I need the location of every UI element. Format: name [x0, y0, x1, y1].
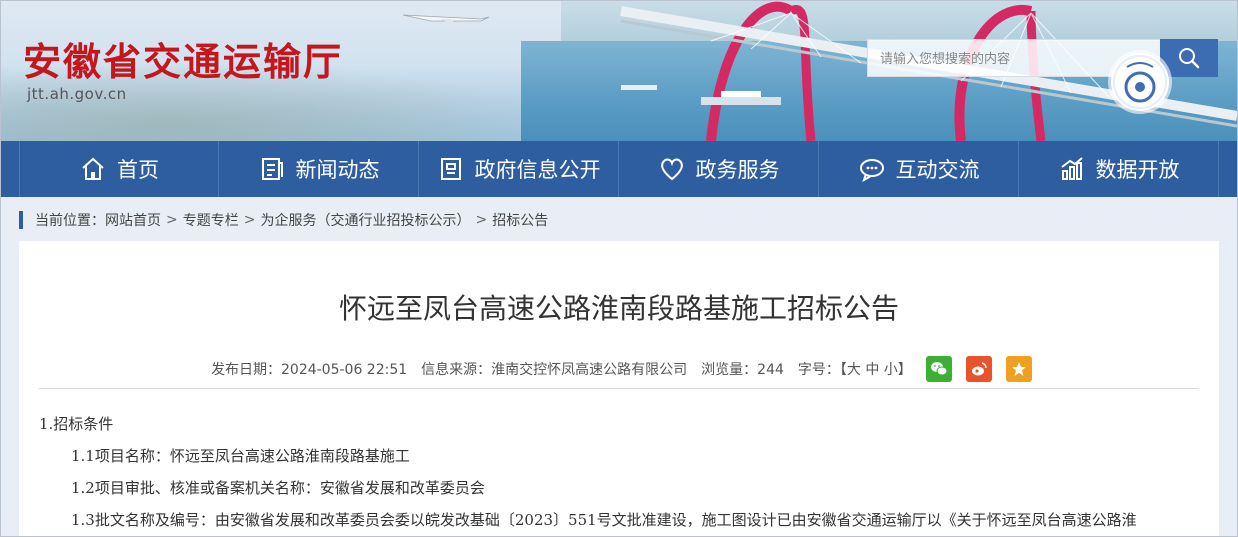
breadcrumb-topics[interactable]: 专题专栏 [183, 210, 239, 230]
header-banner: 安徽省交通运输厅 jtt.ah.gov.cn [1, 1, 1237, 141]
meta-divider [39, 388, 1199, 389]
breadcrumb-prefix: 当前位置： [35, 213, 105, 229]
search-icon [1179, 48, 1200, 69]
nav-item-gov-info[interactable]: 政府信息公开 [419, 141, 619, 197]
nav-item-news[interactable]: 新闻动态 [219, 141, 419, 197]
accessibility-icon [1113, 55, 1167, 109]
breadcrumb-marker [19, 211, 23, 229]
news-icon [258, 155, 286, 183]
nav-label: 数据开放 [1095, 158, 1180, 182]
nav-item-services[interactable]: 政务服务 [619, 141, 819, 197]
font-size-options[interactable]: 【大 中 小】 [840, 362, 912, 378]
star-icon [1011, 362, 1026, 376]
article-title: 怀远至凤台高速公路淮南段路基施工招标公告 [338, 292, 899, 325]
article-panel: 怀远至凤台高速公路淮南段路基施工招标公告 发布日期：2024-05-06 22:… [19, 241, 1219, 536]
weibo-icon [971, 362, 987, 376]
wechat-icon [930, 362, 948, 376]
breadcrumb-sep: > [475, 212, 488, 228]
source-label: 信息来源： [421, 362, 492, 378]
share-wechat-button[interactable] [925, 356, 952, 382]
font-size-label: 字号： [797, 362, 840, 378]
paragraph: 1.1项目名称：怀远至凤台高速公路淮南段路基施工 [71, 447, 410, 465]
paragraph: 1.2项目审批、核准或备案机关名称：安徽省发展和改革委员会 [71, 479, 485, 497]
nav-label: 政府信息公开 [474, 158, 601, 182]
home-icon [79, 155, 107, 183]
info-icon [437, 155, 465, 183]
breadcrumb-sep: > [166, 212, 178, 228]
breadcrumb: 当前位置： 网站首页 > 专题专栏 > 为企服务（交通行业招投标公示） > 招标… [19, 209, 548, 231]
nav-item-interaction[interactable]: 互动交流 [819, 141, 1019, 197]
nav-label: 政务服务 [695, 158, 780, 182]
nav-label: 互动交流 [895, 158, 980, 182]
main-nav: 首页 新闻动态 政府信息公开 政务服务 互动交流 数据开放 [1, 141, 1237, 197]
data-chart-icon [1058, 155, 1086, 183]
paragraph: 1.3批文名称及编号：由安徽省发展和改革委员会委以皖发改基础〔2023〕551号… [71, 511, 1137, 529]
site-title: 安徽省交通运输厅 [23, 39, 344, 84]
views-label: 浏览量： [701, 362, 758, 378]
nav-item-open-data[interactable]: 数据开放 [1019, 141, 1219, 197]
article-meta: 发布日期：2024-05-06 22:51 信息来源：淮南交控怀凤高速公路有限公… [211, 355, 1046, 383]
nav-label: 新闻动态 [295, 158, 380, 182]
accessibility-button[interactable] [1111, 53, 1169, 111]
breadcrumb-home[interactable]: 网站首页 [105, 210, 161, 230]
page-frame: 安徽省交通运输厅 jtt.ah.gov.cn 首页 [0, 0, 1238, 537]
heart-icon [658, 155, 686, 183]
breadcrumb-enterprise-service[interactable]: 为企服务（交通行业招投标公示） [260, 210, 470, 230]
site-url: jtt.ah.gov.cn [27, 85, 127, 103]
airplane-illustration [402, 14, 490, 27]
views-count: 244 [757, 362, 784, 378]
share-favorite-button[interactable] [1005, 356, 1032, 382]
breadcrumb-tender-notice[interactable]: 招标公告 [492, 210, 548, 230]
paragraph: 1.招标条件 [39, 415, 114, 433]
source-value: 淮南交控怀凤高速公路有限公司 [491, 362, 688, 378]
breadcrumb-sep: > [243, 212, 256, 228]
nav-item-home[interactable]: 首页 [19, 141, 219, 197]
publish-date-label: 发布日期： [211, 362, 281, 378]
share-weibo-button[interactable] [965, 356, 992, 382]
publish-date: 2024-05-06 22:51 [281, 362, 408, 378]
nav-label: 首页 [117, 158, 159, 182]
chat-icon [858, 155, 886, 183]
